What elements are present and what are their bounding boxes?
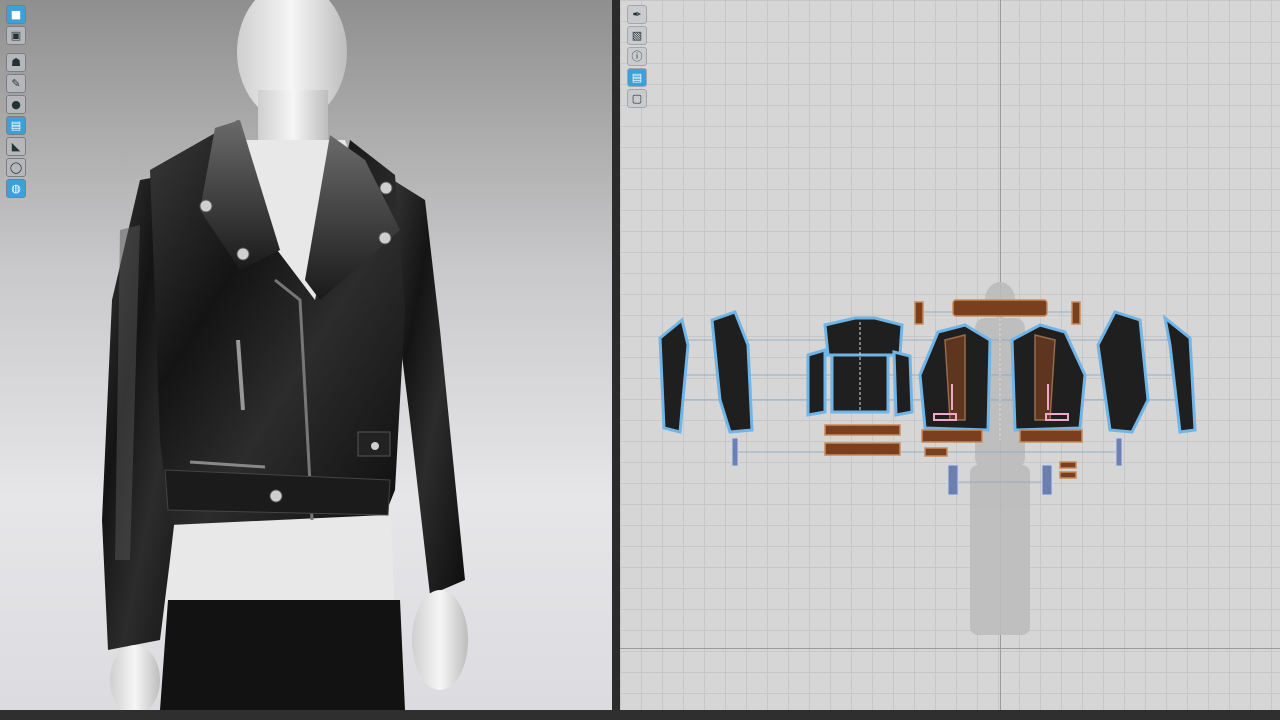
status-bar bbox=[0, 710, 1280, 720]
pattern-piece-icon[interactable]: ▧ bbox=[627, 26, 647, 45]
viewport-splitter[interactable] bbox=[612, 0, 620, 710]
head-icon[interactable]: ◯ bbox=[6, 158, 26, 177]
pattern-layout bbox=[658, 282, 1197, 635]
cube-icon[interactable]: ■ bbox=[6, 5, 26, 24]
band-piece bbox=[1019, 429, 1083, 443]
band-piece bbox=[921, 429, 983, 443]
pattern-piece bbox=[710, 310, 754, 434]
toolbar-3d: ■ ▣ ☗ ✎ ● ▤ ◣ ◯ ◍ bbox=[6, 5, 26, 198]
texture-icon[interactable]: ▤ bbox=[6, 116, 26, 135]
avatar-show-icon[interactable]: ☗ bbox=[6, 53, 26, 72]
tab-piece bbox=[924, 447, 948, 457]
avatar-icon[interactable]: ● bbox=[6, 95, 26, 114]
pattern-piece bbox=[823, 316, 904, 357]
tab-piece bbox=[1071, 301, 1081, 325]
pattern-piece bbox=[892, 350, 914, 417]
garment-icon[interactable]: ▣ bbox=[6, 26, 26, 45]
band-piece bbox=[824, 424, 901, 436]
pattern-piece bbox=[658, 317, 690, 434]
viewport-3d[interactable]: ■ ▣ ☗ ✎ ● ▤ ◣ ◯ ◍ bbox=[0, 0, 612, 710]
toolbar-2d: ✒ ▧ ⓘ ▤ ▢ bbox=[627, 5, 647, 108]
tab-piece bbox=[1059, 461, 1077, 469]
texture-icon[interactable]: ▤ bbox=[627, 68, 647, 87]
band-piece bbox=[824, 442, 901, 456]
lock-icon[interactable]: ▢ bbox=[627, 89, 647, 108]
tab-piece bbox=[1059, 471, 1077, 479]
tab-piece bbox=[914, 301, 924, 325]
shoe-icon[interactable]: ◣ bbox=[6, 137, 26, 156]
info-icon[interactable]: ⓘ bbox=[627, 47, 647, 66]
brush-icon[interactable]: ✎ bbox=[6, 74, 26, 93]
globe-icon[interactable]: ◍ bbox=[6, 179, 26, 198]
viewport-2d[interactable]: ✒ ▧ ⓘ ▤ ▢ bbox=[620, 0, 1280, 710]
collar-piece bbox=[952, 299, 1048, 317]
pen-icon[interactable]: ✒ bbox=[627, 5, 647, 24]
pattern-piece bbox=[1096, 310, 1150, 434]
pattern-piece bbox=[806, 347, 827, 417]
avatar-render bbox=[102, 0, 468, 710]
